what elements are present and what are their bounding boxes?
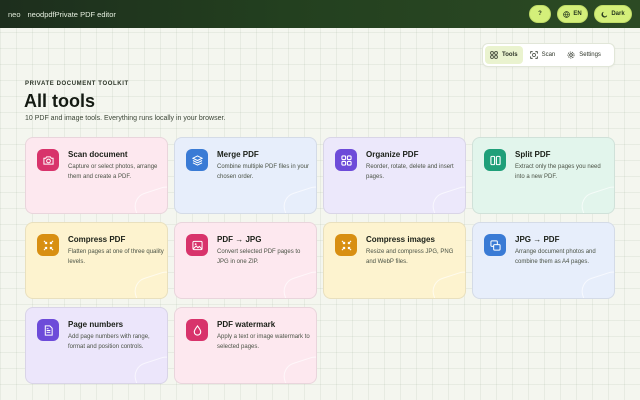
tool-title: Organize PDF	[366, 150, 419, 159]
tool-card-merge-pdf[interactable]: Merge PDF Combine multiple PDF files in …	[174, 137, 317, 214]
camera-icon	[42, 155, 54, 165]
page-number-icon	[44, 324, 53, 336]
theme-toggle[interactable]: Dark	[594, 5, 632, 23]
tool-icon-tile	[484, 149, 506, 171]
tool-card-split-pdf[interactable]: Split PDF Extract only the pages you nee…	[472, 137, 615, 214]
tool-title: Split PDF	[515, 150, 551, 159]
grid-icon	[340, 154, 352, 166]
tool-description: Arrange document photos and combine them…	[515, 249, 596, 265]
tool-card-pdf-watermark[interactable]: PDF watermark Apply a text or image wate…	[174, 307, 317, 384]
tool-icon-tile	[37, 234, 59, 256]
tool-card-compress-pdf[interactable]: Compress PDF Flatten pages at one of thr…	[25, 222, 168, 299]
theme-label: Dark	[611, 11, 625, 17]
help-button[interactable]: ?	[529, 5, 551, 23]
tool-card-jpg-to-pdf[interactable]: JPG → PDF Arrange document photos and co…	[472, 222, 615, 299]
tool-description: Extract only the pages you need into a n…	[515, 164, 601, 180]
compress-icon	[341, 240, 351, 250]
tab-tools-label: Tools	[502, 52, 518, 58]
language-button[interactable]: EN	[557, 5, 588, 23]
image-icon	[191, 240, 203, 250]
tool-title: JPG → PDF	[515, 235, 560, 244]
gear-icon	[567, 51, 575, 59]
app-header: neo neodpdf Private PDF editor ? EN Dark	[0, 0, 640, 28]
tool-icon-tile	[484, 234, 506, 256]
tool-card-compress-images[interactable]: Compress images Resize and compress JPG,…	[323, 222, 466, 299]
tool-description: Apply a text or image watermark to selec…	[217, 334, 310, 350]
tool-description: Convert selected PDF pages to JPG in one…	[217, 249, 301, 265]
tab-scan-label: Scan	[541, 52, 556, 58]
tab-settings-label: Settings	[579, 52, 601, 58]
tab-scan[interactable]: Scan	[525, 46, 561, 64]
help-label: ?	[538, 11, 542, 17]
tool-title: Scan document	[68, 150, 128, 159]
images-icon	[489, 239, 501, 251]
globe-icon	[563, 10, 571, 18]
grid-icon	[490, 51, 498, 59]
tool-description: Flatten pages at one of three quality le…	[68, 249, 164, 265]
language-label: EN	[573, 11, 582, 17]
tool-title: Merge PDF	[217, 150, 259, 159]
tool-title: PDF watermark	[217, 320, 276, 329]
page-eyebrow: PRIVATE DOCUMENT TOOLKIT	[25, 81, 129, 87]
tool-icon-tile	[335, 234, 357, 256]
page-title: All tools	[24, 91, 95, 111]
tab-tools[interactable]: Tools	[485, 46, 523, 64]
tool-title: Compress images	[366, 235, 435, 244]
layers-icon	[191, 154, 203, 166]
compress-icon	[43, 240, 53, 250]
moon-icon	[601, 11, 608, 18]
tool-description: Reorder, rotate, delete and insert pages…	[366, 164, 454, 180]
tool-icon-tile	[186, 234, 208, 256]
tool-title: PDF → JPG	[217, 235, 262, 244]
tool-card-page-numbers[interactable]: Page numbers Add page numbers with range…	[25, 307, 168, 384]
page-lede: 10 PDF and image tools. Everything runs …	[25, 115, 226, 122]
tool-icon-tile	[37, 149, 59, 171]
tool-description: Resize and compress JPG, PNG and WebP fi…	[366, 249, 454, 265]
tool-description: Capture or select photos, arrange them a…	[68, 164, 158, 180]
brand[interactable]: neo neodpdf Private PDF editor	[8, 10, 116, 19]
scan-icon	[529, 51, 538, 59]
tool-description: Combine multiple PDF files in your chose…	[217, 164, 310, 180]
tool-title: Page numbers	[68, 320, 124, 329]
split-icon	[489, 155, 501, 165]
app-logo: neo	[8, 9, 21, 19]
tool-card-organize-pdf[interactable]: Organize PDF Reorder, rotate, delete and…	[323, 137, 466, 214]
tab-settings[interactable]: Settings	[562, 46, 606, 64]
app-name: neodpdf	[27, 9, 55, 19]
tool-card-pdf-to-jpg[interactable]: PDF → JPG Convert selected PDF pages to …	[174, 222, 317, 299]
droplet-icon	[193, 324, 201, 336]
tool-icon-tile	[186, 319, 208, 341]
tool-icon-tile	[335, 149, 357, 171]
tool-icon-tile	[37, 319, 59, 341]
main-nav: Tools Scan Settings	[482, 43, 615, 67]
tool-card-scan-document[interactable]: Scan document Capture or select photos, …	[25, 137, 168, 214]
tool-icon-tile	[186, 149, 208, 171]
tool-title: Compress PDF	[68, 235, 126, 244]
app-subtitle: Private PDF editor	[54, 9, 116, 19]
tool-description: Add page numbers with range, format and …	[68, 334, 150, 350]
header-actions: ? EN Dark	[529, 5, 632, 23]
